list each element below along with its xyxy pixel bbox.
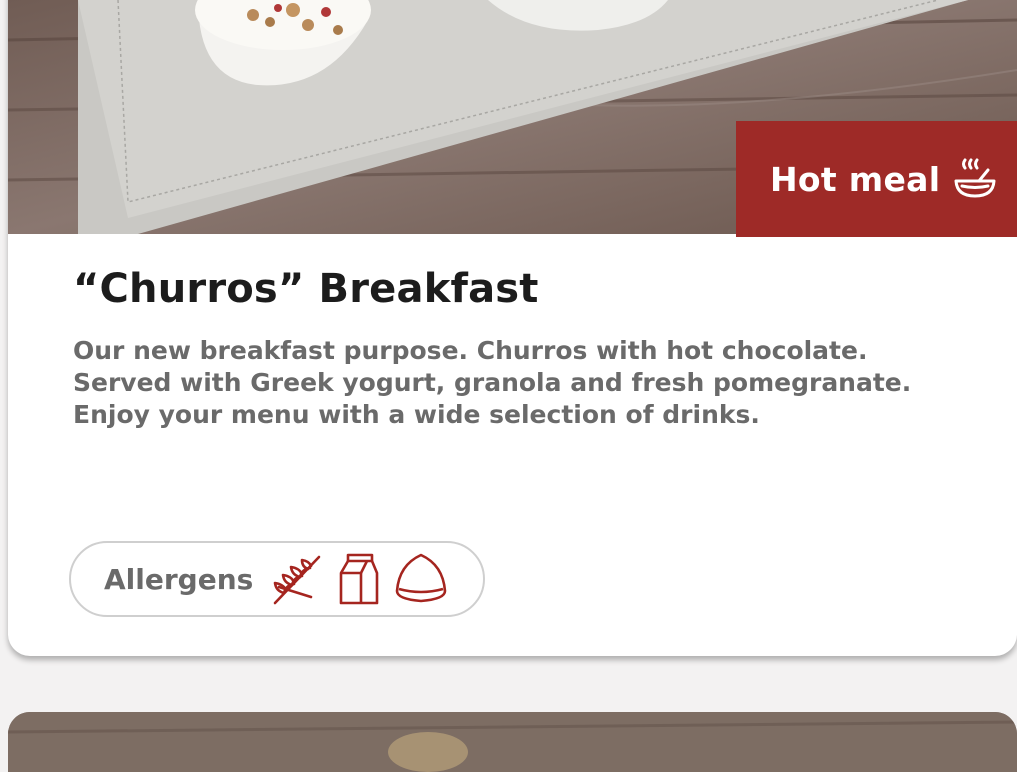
allergens-label: Allergens: [104, 562, 254, 596]
menu-card[interactable]: Hot meal “Churros” Breakfast Our new bre…: [8, 0, 1017, 656]
next-meal-photo: [8, 712, 1017, 772]
meal-description: Our new breakfast purpose. Churros with …: [73, 336, 912, 429]
gluten-wheat-icon: [273, 555, 321, 605]
hot-meal-badge: Hot meal: [736, 121, 1017, 237]
allergens-button[interactable]: Allergens: [69, 541, 485, 617]
hot-bowl-icon: [954, 158, 996, 198]
meal-title: “Churros” Breakfast: [73, 266, 539, 312]
nuts-icon: [395, 553, 447, 603]
milk-carton-icon: [339, 553, 379, 605]
badge-label: Hot meal: [770, 159, 941, 199]
